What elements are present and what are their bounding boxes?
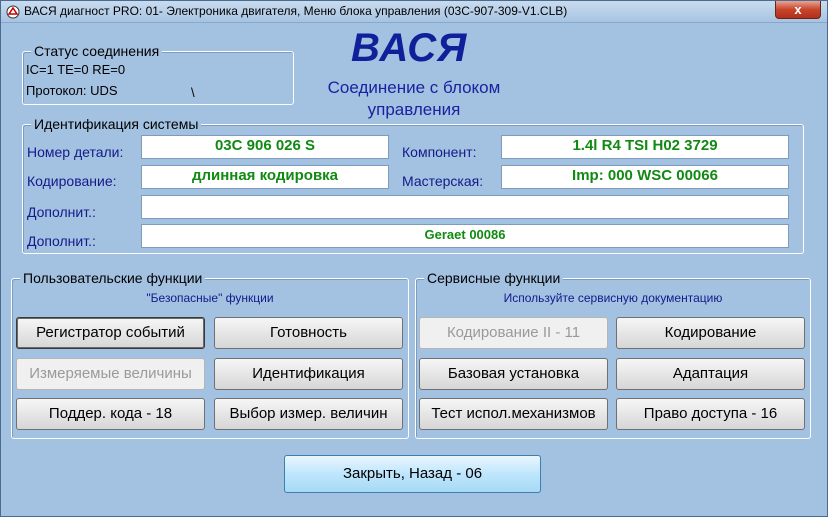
workshop-label: Мастерская: (402, 173, 484, 189)
part-number-label: Номер детали: (27, 144, 124, 160)
service-functions-group-label: Сервисные функции (424, 270, 564, 286)
status-protocol: Протокол: UDS (26, 83, 118, 98)
access-rights-button[interactable]: Право доступа - 16 (616, 398, 805, 430)
component-field: 1.4l R4 TSI H02 3729 (501, 135, 789, 159)
extra1-label: Дополнит.: (27, 204, 96, 220)
identification-group-label: Идентификация системы (31, 116, 202, 132)
supported-codes-button[interactable]: Поддер. кода - 18 (16, 398, 205, 430)
close-back-button[interactable]: Закрыть, Назад - 06 (284, 455, 541, 493)
component-label: Компонент: (402, 144, 477, 160)
workshop-field: Imp: 000 WSC 00066 (501, 165, 789, 189)
basic-settings-button[interactable]: Базовая установка (419, 358, 608, 390)
app-icon (6, 5, 20, 19)
connection-status-line2: управления (367, 100, 461, 119)
user-functions-caption: "Безопасные" функции (146, 291, 274, 305)
readiness-button[interactable]: Готовность (214, 317, 403, 349)
user-functions-group-label: Пользовательские функции (20, 270, 206, 286)
event-log-button[interactable]: Регистратор событий (16, 317, 205, 349)
identification-button[interactable]: Идентификация (214, 358, 403, 390)
select-measured-values-button[interactable]: Выбор измер. величин (214, 398, 403, 430)
adaptation-button[interactable]: Адаптация (616, 358, 805, 390)
extra1-field (141, 195, 789, 219)
connection-status-line1: Соединение с блоком (327, 78, 501, 97)
part-number-field: 03C 906 026 S (141, 135, 389, 159)
coding-field: длинная кодировка (141, 165, 389, 189)
extra2-field: Geraet 00086 (141, 224, 789, 248)
coding-button[interactable]: Кодирование (616, 317, 805, 349)
status-group: Статус соединения IC=1 TE=0 RE=0 Протоко… (22, 43, 294, 105)
title-bar: ВАСЯ диагност PRO: 01- Электроника двига… (1, 1, 827, 23)
measured-values-button[interactable]: Измеряемые величины (16, 358, 205, 390)
coding-label: Кодирование: (27, 173, 117, 189)
status-spinner: \ (191, 85, 195, 100)
extra2-label: Дополнит.: (27, 233, 96, 249)
window-title: ВАСЯ диагност PRO: 01- Электроника двига… (24, 4, 568, 18)
app-window: ВАСЯ диагност PRO: 01- Электроника двига… (0, 0, 828, 517)
output-tests-button[interactable]: Тест испол.механизмов (419, 398, 608, 430)
coding-ii-button[interactable]: Кодирование II - 11 (419, 317, 608, 349)
status-group-label: Статус соединения (31, 43, 163, 59)
service-functions-caption: Используйте сервисную документацию (503, 291, 723, 305)
window-close-button[interactable]: x (775, 1, 821, 19)
status-counters: IC=1 TE=0 RE=0 (26, 62, 126, 77)
brand-title: ВАСЯ (351, 26, 468, 70)
